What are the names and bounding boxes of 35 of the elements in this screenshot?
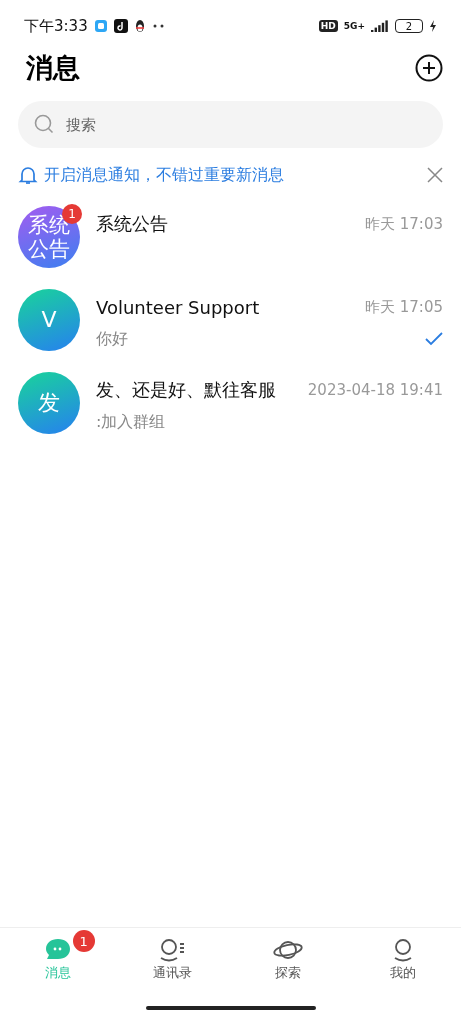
signal-icon	[371, 20, 389, 32]
network-type: 5G+	[343, 21, 365, 31]
conversation-name: 发、还是好、默往客服	[96, 378, 276, 402]
message-preview: 你好	[96, 328, 128, 350]
penguin-icon	[133, 19, 146, 33]
message-time: 昨天 17:05	[365, 297, 443, 317]
conversation-name: 系统公告	[96, 212, 168, 236]
message-preview: :加入群组	[96, 411, 166, 433]
close-icon[interactable]	[427, 167, 443, 183]
nav-tab[interactable]: 我的	[345, 928, 461, 992]
bell-icon	[18, 165, 38, 185]
nav-tab[interactable]: 1 消息	[0, 928, 116, 992]
hd-indicator: HD	[318, 20, 338, 32]
battery-level: 2	[395, 19, 423, 33]
unread-badge: 1	[72, 930, 95, 952]
nav-tab[interactable]: 通讯录	[115, 928, 231, 992]
charging-icon	[429, 20, 437, 32]
avatar-label: 发	[38, 390, 60, 416]
add-icon[interactable]	[415, 54, 443, 82]
search-field[interactable]: 搜索	[18, 101, 443, 148]
search-icon	[34, 114, 54, 134]
message-time: 昨天 17:03	[365, 214, 443, 234]
notification-prompt[interactable]: 开启消息通知，不错过重要新消息	[44, 164, 421, 186]
page-title: 消息	[26, 51, 80, 85]
message-time: 2023-04-18 19:41	[307, 381, 443, 399]
conversation-name: Volunteer Support	[96, 296, 260, 318]
avatar-label: V	[41, 307, 57, 333]
app-notification-icon	[93, 19, 108, 33]
nav-tab[interactable]: 探索	[230, 928, 346, 992]
status-time: 下午3:33	[24, 16, 88, 36]
planet-icon	[272, 938, 305, 962]
conversation-row[interactable]: 发 发、还是好、默往客服 2023-04-18 19:41 :加入群组	[0, 372, 461, 455]
music-note-icon	[113, 19, 128, 33]
conversation-row[interactable]: V Volunteer Support 昨天 17:05 你好	[0, 289, 461, 372]
more-dots-icon	[151, 24, 166, 28]
